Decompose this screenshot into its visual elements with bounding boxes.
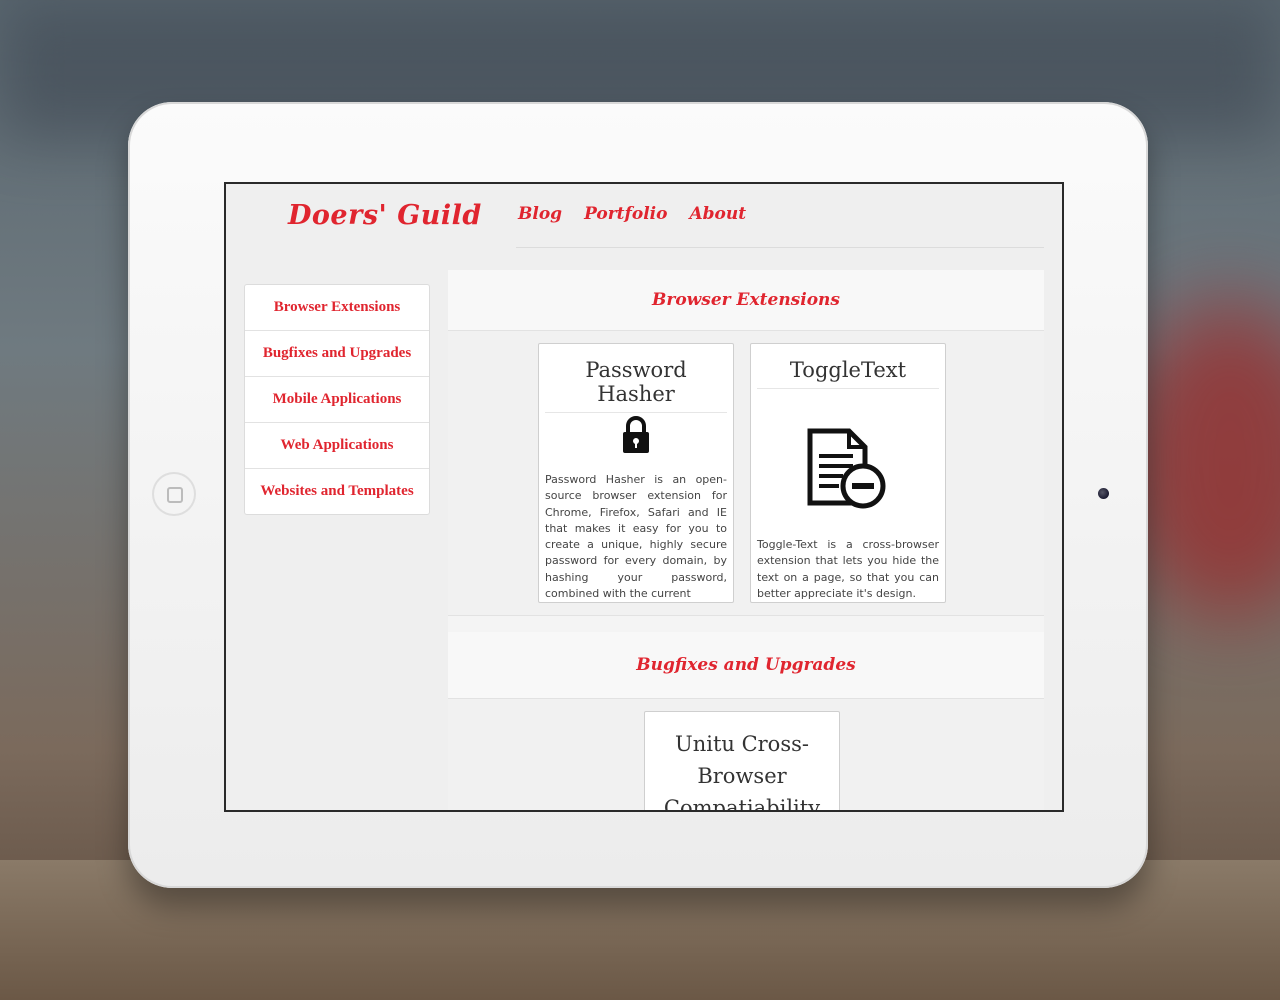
site-brand[interactable]: Doers' Guild [288,200,482,231]
nav-blog[interactable]: Blog [518,204,562,224]
tablet-screen: Doers' Guild Blog Portfolio About Browse… [224,182,1064,812]
section-body-browser-extensions: Password Hasher Password Hasher is an op… [448,331,1044,616]
card-title: ToggleText [757,344,939,389]
sidebar-item-web-applications[interactable]: Web Applications [245,423,429,469]
card-description: Password Hasher is an open-source browse… [545,473,727,601]
category-sidebar: Browser Extensions Bugfixes and Upgrades… [244,284,430,515]
camera [1098,488,1109,499]
home-button[interactable] [152,472,196,516]
card-title: Unitu Cross-Browser Compatiability [663,732,821,812]
sidebar-item-mobile-applications[interactable]: Mobile Applications [245,377,429,423]
nav-about[interactable]: About [689,204,746,224]
section-title-browser-extensions: Browser Extensions [448,270,1044,331]
sidebar-item-bugfixes[interactable]: Bugfixes and Upgrades [245,331,429,377]
nav-portfolio[interactable]: Portfolio [584,204,667,224]
card-unitu[interactable]: Unitu Cross-Browser Compatiability [644,711,840,812]
section-body-bugfixes: Unitu Cross-Browser Compatiability [448,699,1044,812]
document-remove-icon [807,428,886,509]
top-nav: Blog Portfolio About [518,204,746,224]
lock-icon [623,416,649,453]
nav-divider [516,247,1044,248]
card-description: Toggle-Text is a cross-browser extension… [757,538,939,600]
sidebar-item-browser-extensions[interactable]: Browser Extensions [245,285,429,331]
main-content: Browser Extensions Password Hasher Passw… [448,270,1044,812]
card-title: Password Hasher [545,344,727,413]
section-gap [448,616,1044,632]
sidebar-item-websites-templates[interactable]: Websites and Templates [245,469,429,514]
card-password-hasher[interactable]: Password Hasher Password Hasher is an op… [538,343,734,603]
section-title-bugfixes: Bugfixes and Upgrades [448,632,1044,699]
card-toggletext[interactable]: ToggleText Toggle-Text is a cross-browse… [750,343,946,603]
